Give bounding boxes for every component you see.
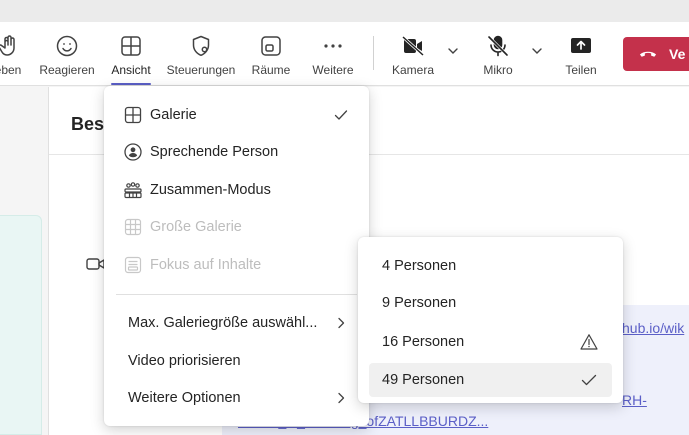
speaker-person-icon [124,143,142,161]
mic-label: Mikro [483,63,513,77]
submenu-item-label: 9 Personen [382,295,457,311]
controls-button[interactable]: Steuerungen [163,22,239,86]
menu-item-more-options[interactable]: Weitere Optionen [112,381,361,415]
chevron-right-icon [338,392,345,404]
camera-options-chevron-icon[interactable] [446,44,460,58]
gallery-icon [124,106,142,124]
menu-item-label: Weitere Optionen [128,390,241,406]
share-screen-icon [571,38,591,53]
checkmark-icon [334,110,348,120]
submenu-item-label: 16 Personen [382,334,465,350]
camera-button[interactable]: Kamera [388,22,438,86]
mic-button[interactable]: Mikro [476,22,520,86]
menu-item-max-gallery-size[interactable]: Max. Galeriegröße auswähl... [112,306,361,340]
video-icon [86,258,105,270]
menu-item-large-gallery: Große Galerie [112,210,361,244]
camera-off-icon [401,35,425,57]
submenu-item-16-people[interactable]: 16 Personen [369,325,612,359]
menu-divider [116,294,357,295]
menu-item-label: Große Galerie [150,219,242,235]
gallery-size-submenu: 4 Personen 9 Personen 16 Personen 49 Per… [358,237,623,403]
view-label: Ansicht [111,63,151,77]
leave-label: Ve [669,46,686,62]
meeting-link[interactable]: RH- [622,392,647,408]
view-menu: Galerie Sprechende Person Zusammen-Modus… [104,86,369,426]
share-button[interactable]: Teilen [559,22,603,86]
raise-hand-label: eben [0,63,22,77]
menu-item-prioritize-video[interactable]: Video priorisieren [112,344,361,378]
share-label: Teilen [565,63,597,77]
mic-options-chevron-icon[interactable] [530,44,544,58]
submenu-item-9-people[interactable]: 9 Personen [369,286,612,320]
meeting-toolbar: eben Reagieren Ansicht Steuerungen Räume [0,22,689,86]
chevron-right-icon [338,317,345,329]
controls-label: Steuerungen [166,63,236,77]
camera-label: Kamera [391,63,435,77]
menu-item-gallery[interactable]: Galerie [112,98,361,132]
hang-up-icon [639,51,657,57]
submenu-item-49-people[interactable]: 49 Personen [369,363,612,397]
menu-item-content-focus: Fokus auf Inhalte [112,248,361,282]
menu-item-label: Sprechende Person [150,144,279,160]
react-button[interactable]: Reagieren [37,22,97,86]
breakout-rooms-icon [261,36,281,56]
menu-item-together-mode[interactable]: Zusammen-Modus [112,173,361,207]
submenu-item-label: 49 Personen [382,372,465,388]
content-focus-icon [124,256,142,274]
smiley-icon [56,35,78,57]
shield-settings-icon [192,35,210,57]
menu-item-label: Fokus auf Inhalte [150,257,262,273]
rooms-label: Räume [251,63,291,77]
menu-item-label: Video priorisieren [128,353,241,369]
submenu-item-label: 4 Personen [382,258,457,274]
checkmark-icon [581,374,597,386]
window-top-strip [0,0,689,22]
menu-item-label: Galerie [150,107,197,123]
menu-item-label: Max. Galeriegröße auswähl... [128,315,318,331]
together-mode-icon [124,182,142,199]
raise-hand-icon [0,35,15,56]
warning-icon [580,334,598,350]
large-gallery-icon [124,218,142,236]
mic-off-icon [487,35,509,57]
pane-title: Bes [71,114,105,134]
toolbar-separator [373,36,374,70]
gallery-view-icon [121,36,141,56]
menu-item-label: Zusammen-Modus [150,182,271,198]
more-label: Weitere [312,63,354,77]
more-button[interactable]: Weitere [307,22,359,86]
submenu-item-4-people[interactable]: 4 Personen [369,249,612,283]
raise-hand-button[interactable]: eben [0,22,28,86]
view-button[interactable]: Ansicht [105,22,157,86]
meeting-link[interactable]: hub.io/wik [622,320,684,336]
leave-button[interactable]: Ve [623,37,689,71]
shared-content-card [0,215,42,435]
rooms-button[interactable]: Räume [246,22,296,86]
menu-item-speaker[interactable]: Sprechende Person [112,135,361,169]
react-label: Reagieren [39,63,95,77]
more-dots-icon [324,44,342,48]
